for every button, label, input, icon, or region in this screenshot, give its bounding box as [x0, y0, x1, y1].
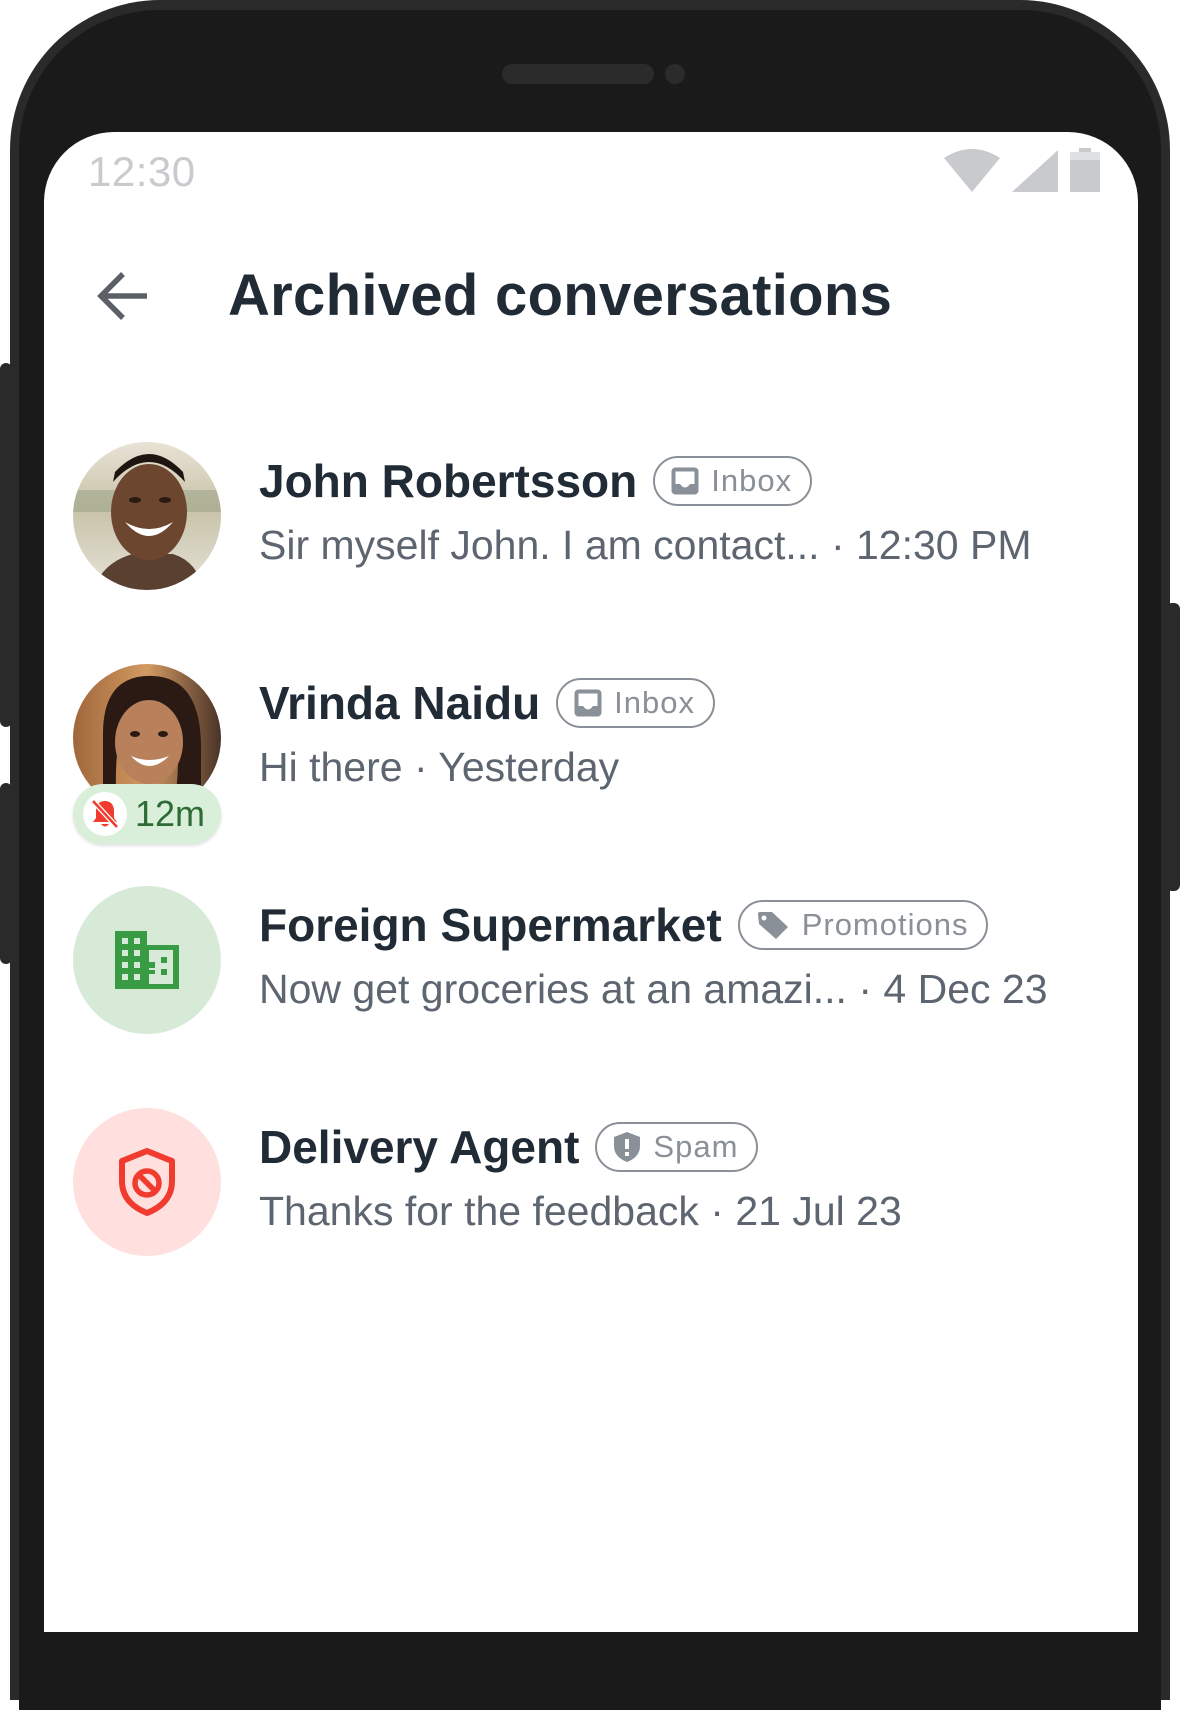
message-preview-line: Sir myself John. I am contact... · 12:30… [259, 522, 1032, 569]
message-preview: Hi there [259, 744, 403, 790]
name-line: Vrinda Naidu Inbox [259, 676, 716, 730]
message-preview: Sir myself John. I am contact... [259, 522, 820, 568]
volume-down-button [0, 783, 12, 964]
folder-tag[interactable]: Spam [595, 1122, 759, 1172]
timestamp: 12:30 PM [856, 522, 1032, 568]
separator: · [830, 522, 845, 568]
folder-tag[interactable]: Inbox [556, 678, 716, 728]
cellular-signal-icon [1012, 150, 1058, 192]
status-icons [944, 148, 1100, 192]
inbox-icon [574, 689, 602, 717]
contact-name: Delivery Agent [259, 1121, 580, 1173]
message-preview-line: Now get groceries at an amazi... · 4 Dec… [259, 966, 1048, 1013]
contact-name: Vrinda Naidu [259, 677, 541, 729]
avatar [73, 442, 221, 590]
conversation-item[interactable]: Foreign Supermarket Promotions Now get g… [44, 874, 1138, 1096]
message-preview: Thanks for the feedback [259, 1188, 699, 1234]
contact-name: Foreign Supermarket [259, 899, 722, 951]
name-line: John Robertsson Inbox [259, 454, 813, 508]
tag-label: Inbox [711, 463, 793, 498]
conversation-list: John Robertsson Inbox Sir myself John. I… [44, 430, 1138, 1318]
tag-label: Inbox [614, 685, 696, 720]
avatar [73, 886, 221, 1034]
front-camera [665, 64, 685, 84]
contact-name: John Robertsson [259, 455, 638, 507]
message-preview-line: Thanks for the feedback · 21 Jul 23 [259, 1188, 902, 1235]
avatar-photo [73, 442, 221, 590]
avatar [73, 1108, 221, 1256]
volume-up-button [0, 363, 12, 727]
power-button [1166, 603, 1180, 891]
tag-icon [757, 912, 788, 939]
separator: · [858, 966, 872, 1012]
tag-label: Spam [653, 1129, 739, 1164]
inbox-icon [671, 467, 699, 495]
tag-label: Promotions [801, 907, 969, 942]
back-button[interactable] [92, 268, 152, 324]
separator: · [413, 744, 428, 790]
folder-tag[interactable]: Inbox [653, 456, 813, 506]
shield-alert-icon [614, 1132, 641, 1162]
name-line: Foreign Supermarket Promotions [259, 898, 989, 952]
bell-off-icon [83, 792, 127, 836]
snooze-badge: 12m [73, 784, 221, 844]
snooze-duration: 12m [135, 793, 206, 834]
timestamp: Yesterday [438, 744, 620, 790]
conversation-item[interactable]: Delivery Agent Spam Thanks for the feedb… [44, 1096, 1138, 1318]
status-time: 12:30 [88, 148, 196, 195]
battery-icon [1070, 148, 1100, 192]
name-line: Delivery Agent Spam [259, 1120, 759, 1174]
message-preview-line: Hi there · Yesterday [259, 744, 619, 791]
earpiece-speaker [502, 64, 654, 84]
conversation-item[interactable]: 12m Vrinda Naidu Inbox Hi there · Yester… [44, 652, 1138, 874]
folder-tag[interactable]: Promotions [737, 900, 989, 950]
building-icon [115, 931, 179, 989]
timestamp: 21 Jul 23 [735, 1188, 902, 1234]
shield-block-icon [119, 1148, 175, 1216]
message-preview: Now get groceries at an amazi... [259, 966, 847, 1012]
wifi-icon [944, 149, 1000, 192]
screen: 12:30 Archived conversations John Robert… [44, 132, 1138, 1632]
separator: · [710, 1188, 724, 1234]
conversation-item[interactable]: John Robertsson Inbox Sir myself John. I… [44, 430, 1138, 652]
timestamp: 4 Dec 23 [883, 966, 1048, 1012]
app-bar: Archived conversations [44, 252, 1138, 336]
arrow-left-icon [97, 272, 147, 320]
page-title: Archived conversations [228, 263, 893, 328]
